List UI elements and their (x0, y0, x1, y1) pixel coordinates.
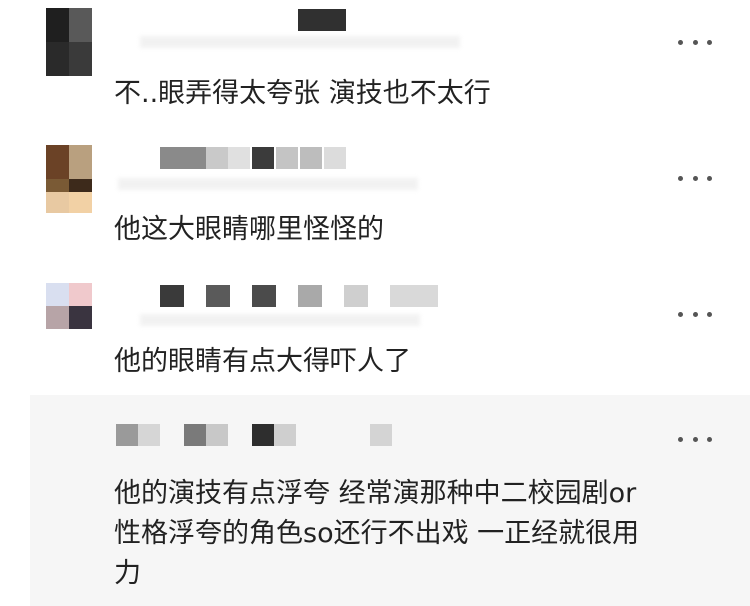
avatar-bottom-strip (46, 192, 92, 213)
avatar[interactable] (46, 283, 92, 329)
comment-item: 他这大眼睛哪里怪怪的 (0, 130, 750, 265)
avatar[interactable] (46, 8, 92, 76)
username-blurred[interactable] (160, 285, 438, 307)
meta-blurred (140, 36, 460, 48)
comment-text: 他的眼睛有点大得吓人了 (114, 346, 411, 377)
username-blurred[interactable] (298, 9, 346, 31)
username-blurred[interactable] (160, 147, 346, 169)
comment-item: 他的眼睛有点大得吓人了 (0, 270, 750, 400)
meta-blurred (118, 178, 418, 190)
comment-item: 他的演技有点浮夸 经常演那种中二校园剧or 性格浮夸的角色so还行不出戏 一正经… (0, 400, 750, 606)
username-blurred[interactable] (116, 424, 392, 446)
more-options-icon[interactable] (678, 171, 712, 185)
comment-text: 他这大眼睛哪里怪怪的 (114, 214, 384, 245)
comment-text: 他的演技有点浮夸 经常演那种中二校园剧or 性格浮夸的角色so还行不出戏 一正经… (114, 478, 640, 589)
comment-text: 不..眼弄得太夸张 演技也不太行 (114, 78, 491, 109)
more-options-icon[interactable] (678, 432, 712, 446)
more-options-icon[interactable] (678, 35, 712, 49)
comment-item: 不..眼弄得太夸张 演技也不太行 (0, 0, 750, 130)
meta-blurred (140, 314, 420, 326)
more-options-icon[interactable] (678, 307, 712, 321)
